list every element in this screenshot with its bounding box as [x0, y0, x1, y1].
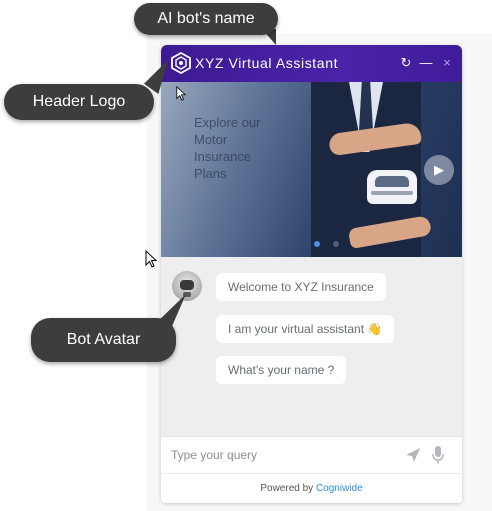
banner-text-line: Motor: [194, 132, 228, 147]
powered-by-label: Powered by: [260, 483, 316, 494]
carousel-next-button[interactable]: ▶: [424, 155, 454, 185]
refresh-icon[interactable]: ↻: [398, 54, 414, 72]
mouse-cursor-icon: [145, 250, 157, 268]
query-input[interactable]: [171, 445, 381, 465]
carousel-dot[interactable]: [333, 241, 339, 247]
banner-text: Explore our Motor Insurance Plans: [194, 114, 304, 182]
minimize-icon[interactable]: —: [418, 54, 434, 72]
query-input-bar: [161, 436, 462, 473]
callout-bot-name: AI bot's name: [134, 3, 278, 35]
send-icon[interactable]: [405, 447, 421, 463]
mouse-cursor-icon: [176, 86, 186, 101]
bot-message: I am your virtual assistant 👋: [216, 315, 395, 343]
car-icon: [367, 170, 417, 204]
hexagon-logo-icon: [171, 52, 191, 74]
callout-header-logo: Header Logo: [4, 84, 154, 120]
close-icon[interactable]: ×: [439, 54, 455, 72]
cogniwide-link[interactable]: Cogniwide: [316, 483, 363, 494]
banner-text-line: Explore our: [194, 115, 261, 130]
bot-message: Welcome to XYZ Insurance: [216, 273, 386, 301]
bot-message: What's your name ?: [216, 356, 347, 384]
banner-text-line: Insurance: [194, 149, 252, 164]
bot-avatar: [172, 271, 202, 301]
powered-by-footer: Powered by Cogniwide: [161, 473, 462, 503]
chat-header: XYZ Virtual Assistant ↻ — ×: [161, 45, 462, 82]
banner-text-line: Plans: [194, 166, 227, 181]
mic-icon[interactable]: [432, 446, 444, 464]
callout-bot-avatar: Bot Avatar: [31, 318, 176, 362]
carousel-dot-active[interactable]: [314, 241, 320, 247]
bot-name-title: XYZ Virtual Assistant: [195, 55, 339, 71]
promo-banner[interactable]: Explore our Motor Insurance Plans ▶: [161, 82, 462, 257]
